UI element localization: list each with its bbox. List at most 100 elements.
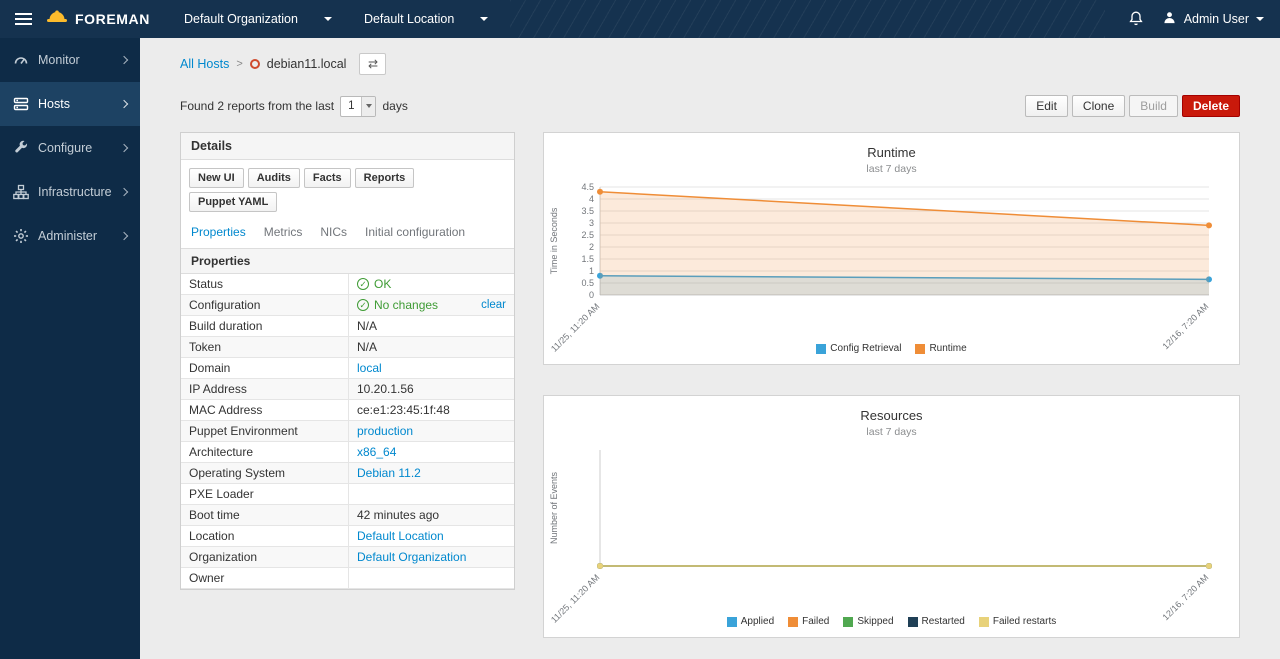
reports-toolbar: Found 2 reports from the last 1 days Edi… [180,94,1240,118]
table-row-pxe-loader: PXE Loader [181,484,514,505]
table-row-boot-time: Boot time 42 minutes ago [181,505,514,526]
brand-text: FOREMAN [75,11,150,27]
charts-column: Runtime last 7 days 00.511.522.533.544.5… [543,132,1240,638]
hard-hat-icon [46,8,68,30]
new-ui-button[interactable]: New UI [189,168,244,188]
chevron-right-icon [120,56,128,64]
legend-item[interactable]: Restarted [908,616,965,627]
organization-link[interactable]: Default Organization [357,550,466,564]
svg-text:Number of Events: Number of Events [549,471,559,544]
property-value: N/A [349,337,514,357]
operating-system-link[interactable]: Debian 11.2 [357,466,421,480]
svg-text:3.5: 3.5 [581,206,594,216]
property-label: Operating System [181,463,349,483]
sidebar-item-infrastructure[interactable]: Infrastructure [0,170,140,214]
property-value: ✓ No changes clear [349,295,514,315]
legend-item[interactable]: Failed restarts [979,616,1056,627]
details-panel-title: Details [181,133,514,160]
hosts-icon [13,96,29,112]
reports-button[interactable]: Reports [355,168,415,188]
user-menu[interactable]: Admin User [1162,10,1264,28]
organization-selector[interactable]: Default Organization [168,0,348,38]
property-value: Default Location [349,526,514,546]
property-label: Architecture [181,442,349,462]
resources-chart: Number of Events11/25, 11:20 AM12/16, 7:… [544,446,1239,614]
table-row-status: Status ✓ OK [181,274,514,295]
puppet-yaml-button[interactable]: Puppet YAML [189,192,277,212]
property-label: Puppet Environment [181,421,349,441]
breadcrumb-separator: > [236,58,242,70]
host-action-buttons: Edit Clone Build Delete [1025,95,1240,117]
legend-item[interactable]: Config Retrieval [816,343,901,354]
legend-item[interactable]: Skipped [843,616,893,627]
gear-icon [13,228,29,244]
property-value: Debian 11.2 [349,463,514,483]
svg-text:2.5: 2.5 [581,230,594,240]
property-label: Boot time [181,505,349,525]
location-selector[interactable]: Default Location [348,0,504,38]
hamburger-menu-button[interactable] [0,0,46,38]
architecture-link[interactable]: x86_64 [357,445,396,459]
report-days-select[interactable]: 1 [340,96,376,117]
delete-button[interactable]: Delete [1182,95,1240,117]
property-value [349,568,514,588]
gauge-icon [13,52,29,68]
property-value: 10.20.1.56 [349,379,514,399]
foreman-logo[interactable]: FOREMAN [46,8,150,30]
property-value [349,484,514,504]
legend-item[interactable]: Runtime [915,343,966,354]
table-row-operating-system: Operating System Debian 11.2 [181,463,514,484]
clone-button[interactable]: Clone [1072,95,1125,117]
reports-days-text: days [382,99,407,113]
details-tabs: Properties Metrics NICs Initial configur… [181,218,514,248]
select-arrow-icon [361,97,375,116]
clear-link[interactable]: clear [481,299,506,311]
wrench-icon [13,140,29,156]
tab-metrics[interactable]: Metrics [264,225,303,239]
legend-item[interactable]: Applied [727,616,774,627]
domain-link[interactable]: local [357,361,382,375]
sidebar-item-configure[interactable]: Configure [0,126,140,170]
report-days-value: 1 [341,100,361,112]
puppet-environment-link[interactable]: production [357,424,413,438]
property-label: MAC Address [181,400,349,420]
sidebar-item-label: Monitor [38,53,80,67]
chart-subtitle: last 7 days [544,163,1239,175]
audits-button[interactable]: Audits [248,168,300,188]
svg-text:0.5: 0.5 [581,278,594,288]
property-label: Domain [181,358,349,378]
table-row-location: Location Default Location [181,526,514,547]
legend-swatch [979,617,989,627]
sidebar-nav: Monitor Hosts Configure [0,38,140,659]
chevron-right-icon [120,232,128,240]
breadcrumb-all-hosts-link[interactable]: All Hosts [180,57,229,71]
sidebar-item-monitor[interactable]: Monitor [0,38,140,82]
property-value: ✓ OK [349,274,514,294]
tab-properties[interactable]: Properties [191,225,246,239]
facts-button[interactable]: Facts [304,168,351,188]
legend-item[interactable]: Failed [788,616,829,627]
chart-subtitle: last 7 days [544,426,1239,438]
check-circle-icon: ✓ [357,299,369,311]
runtime-chart-panel: Runtime last 7 days 00.511.522.533.544.5… [543,132,1240,365]
sidebar-item-administer[interactable]: Administer [0,214,140,258]
host-switcher-button[interactable]: ⇄ [359,53,386,75]
property-label: PXE Loader [181,484,349,504]
sidebar-item-hosts[interactable]: Hosts [0,82,140,126]
legend-swatch [788,617,798,627]
notifications-button[interactable] [1128,10,1144,29]
tab-initial-configuration[interactable]: Initial configuration [365,225,465,239]
tab-nics[interactable]: NICs [320,225,347,239]
sidebar-item-label: Hosts [38,97,70,111]
details-panel: Details New UI Audits Facts Reports Pupp… [180,132,515,590]
chevron-right-icon [120,100,128,108]
edit-button[interactable]: Edit [1025,95,1068,117]
navbar-pattern [510,0,1105,38]
details-button-row: New UI Audits Facts Reports Puppet YAML [181,160,514,218]
table-row-ip-address: IP Address 10.20.1.56 [181,379,514,400]
chart-title: Runtime [544,145,1239,160]
table-row-token: Token N/A [181,337,514,358]
property-label: IP Address [181,379,349,399]
table-row-build-duration: Build duration N/A [181,316,514,337]
location-link[interactable]: Default Location [357,529,444,543]
